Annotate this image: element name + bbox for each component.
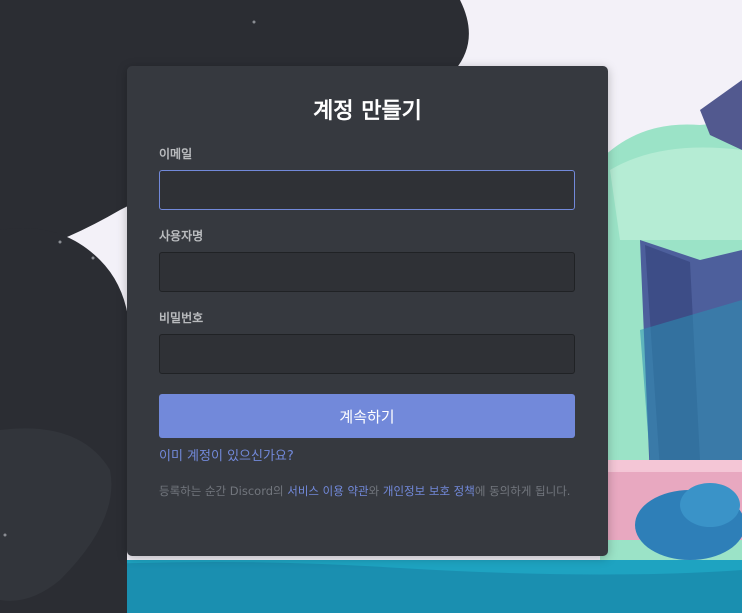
continue-button[interactable]: 계속하기 — [159, 394, 575, 438]
email-field[interactable] — [159, 170, 575, 210]
password-label: 비밀번호 — [159, 311, 204, 325]
terms-text: 등록하는 순간 Discord의 서비스 이용 약관와 개인정보 보호 정책에 … — [159, 484, 576, 499]
terms-prefix: 등록하는 순간 Discord의 — [159, 484, 288, 498]
terms-suffix: 에 동의하게 됩니다. — [474, 484, 571, 498]
page-title: 계정 만들기 — [313, 99, 422, 124]
privacy-policy-link[interactable]: 개인정보 보호 정책 — [383, 484, 475, 498]
terms-middle: 와 — [368, 484, 383, 498]
terms-of-service-link[interactable]: 서비스 이용 약관 — [287, 484, 368, 498]
username-field[interactable] — [159, 252, 575, 292]
register-card: 계정 만들기 이메일 사용자명 비밀번호 계속하기 이미 계정이 있으신가요? … — [127, 66, 608, 556]
login-link[interactable]: 이미 계정이 있으신가요? — [159, 448, 294, 466]
username-label: 사용자명 — [159, 229, 204, 243]
password-field[interactable] — [159, 334, 575, 374]
email-label: 이메일 — [159, 147, 193, 161]
